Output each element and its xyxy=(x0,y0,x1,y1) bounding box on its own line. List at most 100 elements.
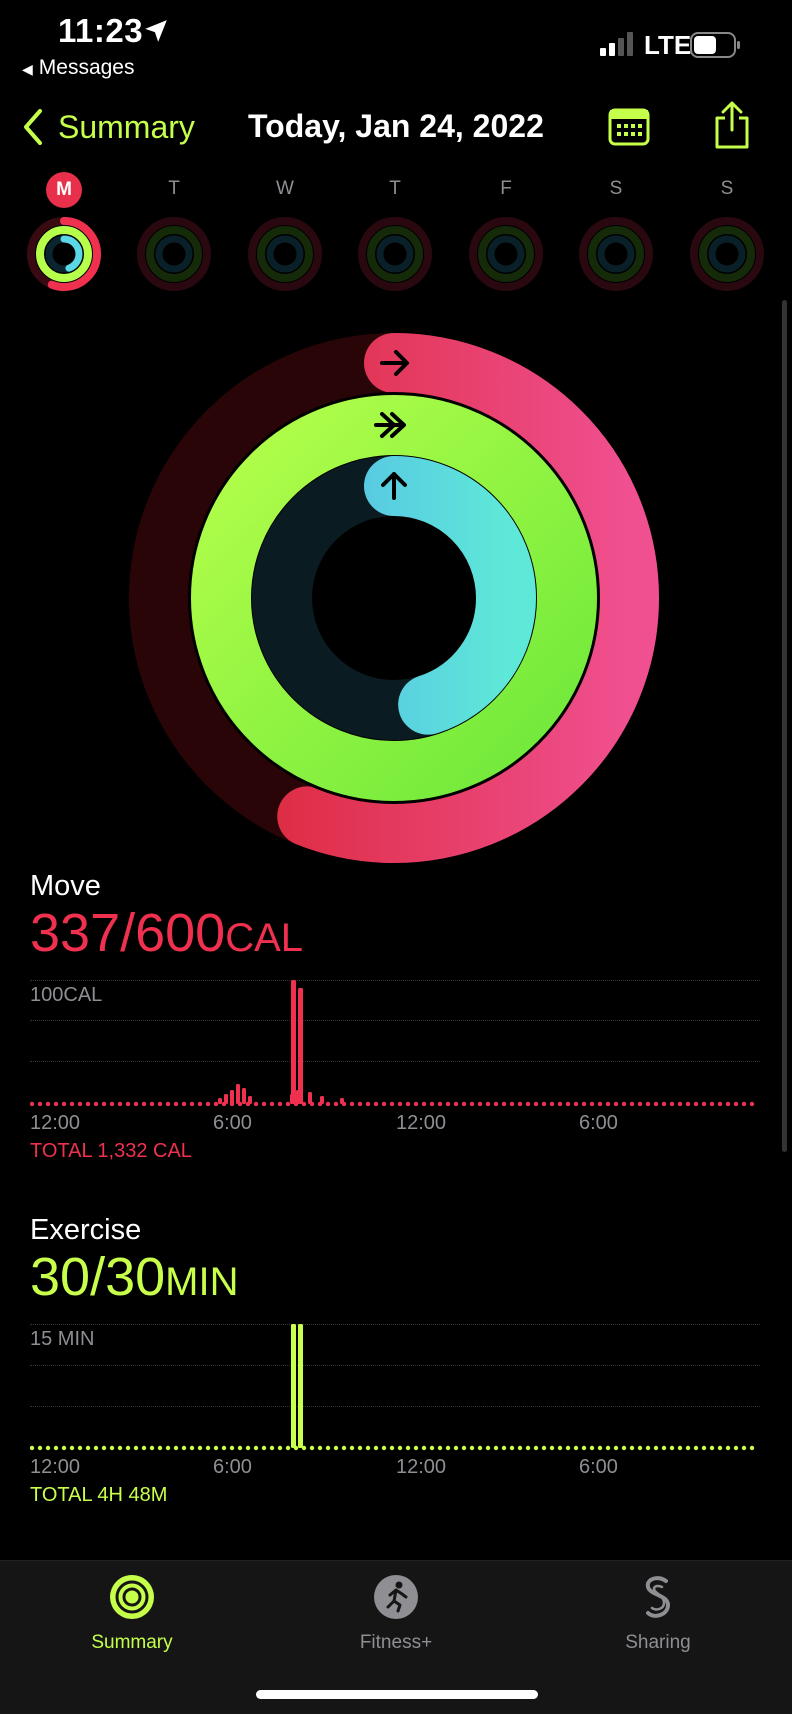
day-letter: W xyxy=(276,178,294,199)
chart-baseline-dot xyxy=(517,1445,523,1451)
calendar-icon[interactable] xyxy=(608,106,650,146)
chart-bar xyxy=(340,1098,344,1104)
chart-baseline-dot xyxy=(333,1101,339,1107)
home-indicator[interactable] xyxy=(256,1690,538,1699)
chart-baseline-dot xyxy=(253,1101,259,1107)
summary-back-button[interactable]: Summary xyxy=(22,108,195,146)
chart-baseline-dot xyxy=(165,1101,171,1107)
tab-summary[interactable]: Summary xyxy=(52,1573,212,1654)
chart-baseline-dot xyxy=(389,1445,395,1451)
status-bar: 11:23 ◀ Messages LTE xyxy=(0,0,792,90)
day-friday[interactable]: F xyxy=(466,172,546,292)
back-to-app-link[interactable]: ◀ Messages xyxy=(22,56,135,80)
chart-baseline-dot xyxy=(37,1445,43,1451)
chart-baseline-dot xyxy=(245,1445,251,1451)
chart-baseline-dot xyxy=(133,1101,139,1107)
chart-baseline-dot xyxy=(77,1445,83,1451)
chart-baseline-dot xyxy=(173,1445,179,1451)
chart-baseline-dot xyxy=(629,1101,635,1107)
exercise-value-unit: MIN xyxy=(165,1260,239,1304)
chart-baseline-dot xyxy=(109,1445,115,1451)
chart-baseline-dot xyxy=(69,1445,75,1451)
chart-baseline-dot xyxy=(597,1101,603,1107)
day-letter: T xyxy=(389,178,401,199)
chart-baseline-dot xyxy=(213,1101,219,1107)
chart-baseline-dot xyxy=(213,1445,219,1451)
chart-baseline-dot xyxy=(445,1445,451,1451)
chart-bar xyxy=(291,980,296,1104)
chart-bar xyxy=(242,1088,246,1104)
chart-baseline-dot xyxy=(725,1101,731,1107)
chart-baseline-dot xyxy=(45,1445,51,1451)
chart-baseline-dot xyxy=(405,1445,411,1451)
day-saturday[interactable]: S xyxy=(576,172,656,292)
exercise-x-label: 6:00 xyxy=(579,1456,618,1478)
chart-baseline-dot xyxy=(509,1101,515,1107)
chart-baseline-dot xyxy=(261,1101,267,1107)
share-icon[interactable] xyxy=(712,100,752,150)
back-button-label: Summary xyxy=(58,108,195,145)
chart-baseline-dot xyxy=(709,1101,715,1107)
chart-baseline-dot xyxy=(685,1445,691,1451)
chart-baseline-dot xyxy=(269,1445,275,1451)
chart-baseline-dot xyxy=(373,1445,379,1451)
chart-baseline-dot xyxy=(381,1101,387,1107)
chart-baseline-dot xyxy=(469,1445,475,1451)
chart-baseline-dot xyxy=(461,1445,467,1451)
chart-bar xyxy=(236,1084,240,1104)
day-thursday[interactable]: T xyxy=(355,172,435,292)
chart-baseline-dot xyxy=(693,1445,699,1451)
chart-baseline-dot xyxy=(413,1445,419,1451)
chart-baseline-dot xyxy=(397,1101,403,1107)
chart-baseline-dot xyxy=(741,1101,747,1107)
sharing-icon xyxy=(645,1576,671,1618)
chart-baseline-dot xyxy=(69,1101,75,1107)
chart-baseline-dot xyxy=(53,1101,59,1107)
chart-baseline-dot xyxy=(45,1101,51,1107)
chart-baseline-dot xyxy=(85,1445,91,1451)
chart-baseline-dot xyxy=(445,1101,451,1107)
chart-baseline-dot xyxy=(525,1101,531,1107)
mini-rings-empty xyxy=(248,217,322,291)
chart-baseline-dot xyxy=(629,1445,635,1451)
tab-sharing[interactable]: Sharing xyxy=(578,1573,738,1654)
exercise-x-label: 12:00 xyxy=(30,1456,81,1478)
chart-baseline-dot xyxy=(53,1445,59,1451)
mini-rings-empty xyxy=(690,217,764,291)
chart-baseline-dot xyxy=(413,1101,419,1107)
exercise-x-label: 12:00 xyxy=(396,1456,447,1478)
move-value: 337/600CAL xyxy=(30,902,303,964)
chart-baseline-dot xyxy=(493,1445,499,1451)
chart-baseline-dot xyxy=(317,1445,323,1451)
tab-fitness-plus[interactable]: Fitness+ xyxy=(316,1573,476,1654)
chart-baseline-dot xyxy=(461,1101,467,1107)
chart-baseline-dot xyxy=(285,1445,291,1451)
day-sunday[interactable]: S xyxy=(687,172,767,292)
chart-baseline-dot xyxy=(661,1445,667,1451)
chart-baseline-dot xyxy=(381,1445,387,1451)
chevron-left-icon xyxy=(24,109,42,145)
chart-baseline-dot xyxy=(605,1445,611,1451)
scroll-indicator[interactable] xyxy=(782,300,787,1152)
chart-baseline-dot xyxy=(565,1101,571,1107)
chart-baseline-dot xyxy=(397,1445,403,1451)
chart-baseline-dot xyxy=(197,1445,203,1451)
chart-baseline-dot xyxy=(173,1101,179,1107)
exercise-x-label: 6:00 xyxy=(213,1456,252,1478)
day-tuesday[interactable]: T xyxy=(134,172,214,292)
activity-rings xyxy=(129,333,659,863)
move-x-label: 12:00 xyxy=(30,1112,81,1134)
chart-baseline-dot xyxy=(229,1445,235,1451)
day-letter: S xyxy=(609,178,623,199)
chart-baseline-dot xyxy=(141,1101,147,1107)
chart-bar xyxy=(320,1096,324,1104)
chart-baseline-dot xyxy=(93,1445,99,1451)
chart-baseline-dot xyxy=(61,1101,67,1107)
chart-baseline-dot xyxy=(373,1101,379,1107)
chart-baseline-dot xyxy=(533,1101,539,1107)
day-monday[interactable]: M xyxy=(24,172,104,292)
chart-baseline-dot xyxy=(101,1101,107,1107)
day-wednesday[interactable]: W xyxy=(245,172,325,292)
move-x-label: 6:00 xyxy=(213,1112,252,1134)
chart-baseline-dot xyxy=(661,1101,667,1107)
